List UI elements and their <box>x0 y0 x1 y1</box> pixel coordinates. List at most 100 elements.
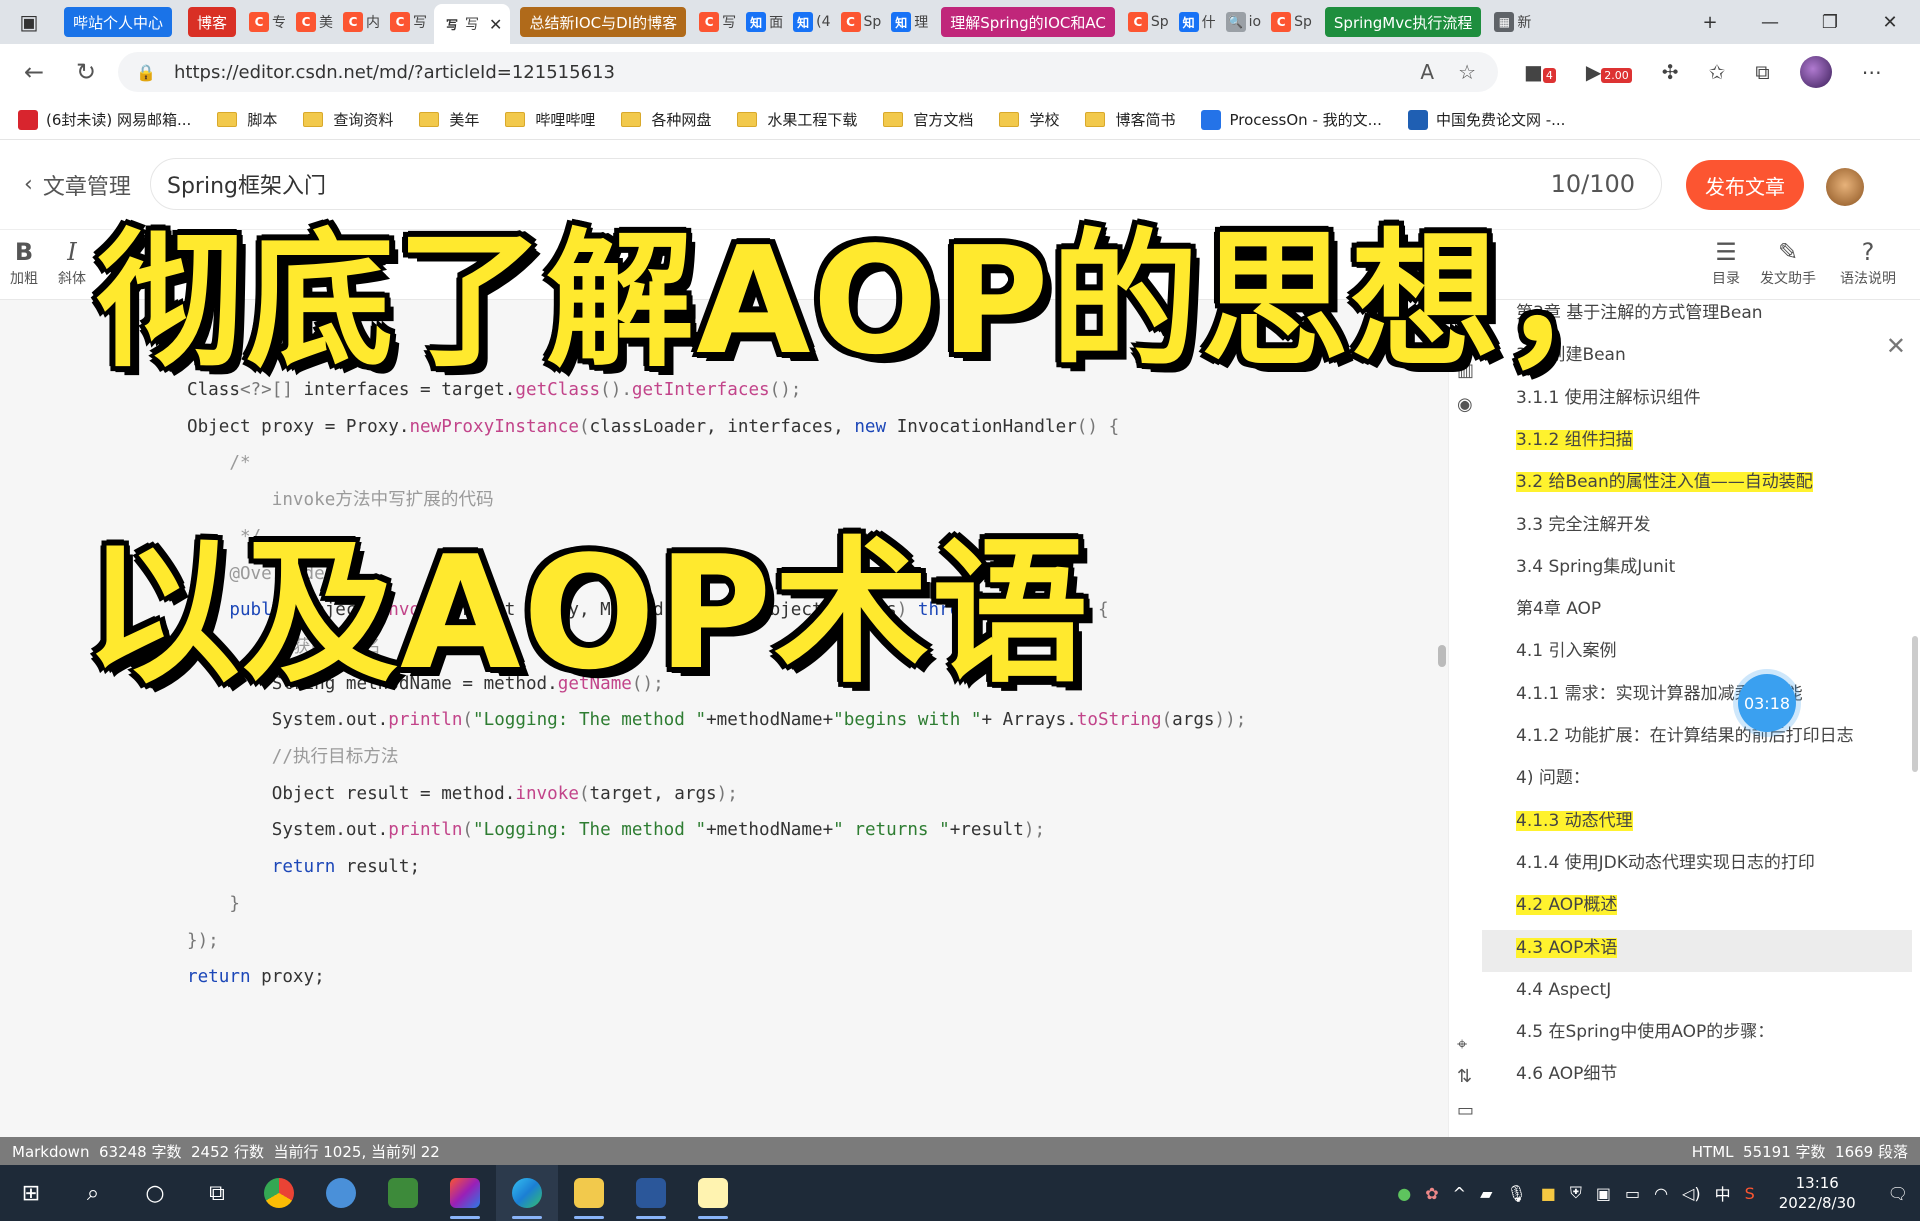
tray-chevron-icon[interactable]: ^ <box>1453 1184 1466 1203</box>
syntax-help-button[interactable]: ? 语法说明 <box>1840 238 1896 288</box>
toc-item[interactable]: 4.5 在Spring中使用AOP的步骤： <box>1516 1019 1774 1045</box>
battery-icon[interactable]: ▭ <box>1625 1184 1640 1203</box>
refresh-icon[interactable]: ↻ <box>64 58 108 86</box>
toc-item[interactable]: 4.6 AOP细节 <box>1516 1061 1617 1087</box>
bookmark-item[interactable]: 脚本 <box>217 109 277 130</box>
tray-icon-3[interactable]: ▰ <box>1480 1184 1492 1203</box>
mic-icon[interactable]: 🎙 <box>1506 1184 1526 1203</box>
toc-item[interactable]: 3.3 完全注解开发 <box>1516 512 1650 538</box>
tray-icon-4[interactable]: ■ <box>1541 1184 1556 1203</box>
tab-9[interactable]: 知面 <box>743 7 786 37</box>
clock[interactable]: 13:16 2022/8/30 <box>1779 1173 1856 1213</box>
wifi-icon[interactable]: ◠ <box>1654 1184 1668 1203</box>
tab-10[interactable]: 知 (4 <box>790 7 833 37</box>
sogou-icon[interactable]: S <box>1745 1184 1755 1203</box>
toc-button[interactable]: ☰ 目录 <box>1712 238 1740 288</box>
editor-scrollbar[interactable] <box>1438 645 1446 667</box>
app-8-icon[interactable] <box>682 1165 744 1221</box>
tab-17[interactable]: C Sp <box>1268 7 1315 37</box>
toc-item[interactable]: 4.1.2 功能扩展：在计算结果的前后打印日志 <box>1516 723 1854 749</box>
bookmark-item[interactable]: 学校 <box>999 109 1059 130</box>
bookmark-item[interactable]: (6封未读) 网易邮箱... <box>18 109 191 130</box>
tab-2[interactable]: C专 <box>246 7 289 37</box>
tray-icon-2[interactable]: ✿ <box>1425 1184 1438 1203</box>
preview-eye-icon[interactable]: ◉ <box>1457 394 1473 415</box>
bookmark-item[interactable]: 各种网盘 <box>621 109 711 130</box>
toc-item[interactable]: 3.1.2 组件扫描 <box>1516 427 1633 453</box>
app-3-icon[interactable] <box>372 1165 434 1221</box>
app-2-icon[interactable] <box>310 1165 372 1221</box>
tab-12[interactable]: 知理 <box>888 7 931 37</box>
tab-group-1[interactable]: 博客 <box>188 7 237 37</box>
tab-group-13[interactable]: 理解Spring的IOC和AC <box>941 7 1115 37</box>
tab-3[interactable]: C美 <box>293 7 336 37</box>
restore-button[interactable]: ❐ <box>1800 0 1860 44</box>
edge-app-icon[interactable] <box>496 1165 558 1221</box>
toc-item[interactable]: 3.4 Spring集成Junit <box>1516 554 1675 580</box>
toc-scrollbar[interactable] <box>1912 636 1918 772</box>
intellij-app-icon[interactable] <box>434 1165 496 1221</box>
new-tab-button[interactable]: + <box>1680 0 1740 44</box>
bookmark-item[interactable]: 官方文档 <box>883 109 973 130</box>
chrome-app-icon[interactable] <box>248 1165 310 1221</box>
tab-11[interactable]: C Sp <box>838 7 885 37</box>
monitor-icon[interactable]: ▭ <box>1457 1100 1474 1121</box>
read-aloud-icon[interactable]: A <box>1420 60 1434 84</box>
tab-19[interactable]: ▦ 新 <box>1491 7 1534 37</box>
ime-indicator[interactable]: 中 <box>1715 1181 1731 1205</box>
close-icon[interactable]: ✕ <box>1886 332 1906 360</box>
tab-group-0[interactable]: 哔站个人中心 <box>64 7 173 37</box>
word-app-icon[interactable] <box>620 1165 682 1221</box>
bookmark-item[interactable]: 哔哩哔哩 <box>505 109 595 130</box>
bookmark-item[interactable]: 水果工程下载 <box>737 109 857 130</box>
italic-button[interactable]: I 斜体 <box>58 238 86 288</box>
file-explorer-icon[interactable] <box>558 1165 620 1221</box>
toc-item[interactable]: 4.1 引入案例 <box>1516 638 1616 664</box>
bookmark-item[interactable]: 查询资料 <box>303 109 393 130</box>
favorites-icon[interactable]: ✩ <box>1709 60 1726 84</box>
bold-button[interactable]: B 加粗 <box>10 238 38 288</box>
bookmark-item[interactable]: 博客简书 <box>1085 109 1175 130</box>
tab-15[interactable]: 知什 <box>1176 7 1219 37</box>
close-tab-icon[interactable]: ✕ <box>489 15 502 34</box>
tab-14[interactable]: C Sp <box>1125 7 1172 37</box>
favorite-star-icon[interactable]: ☆ <box>1458 60 1476 84</box>
tab-5[interactable]: C写 <box>387 7 430 37</box>
search-icon[interactable]: ⌕ <box>62 1165 124 1221</box>
puzzle-icon[interactable]: ✣ <box>1662 60 1679 84</box>
bookmark-item[interactable]: 中国免费论文网 -... <box>1407 109 1565 130</box>
address-bar[interactable]: 🔒 https://editor.csdn.net/md/?articleId=… <box>118 52 1498 92</box>
notification-icon[interactable]: 🗨 <box>1888 1184 1908 1203</box>
close-window-button[interactable]: ✕ <box>1860 0 1920 44</box>
tab-active[interactable]: 写写 ✕ <box>434 4 511 44</box>
task-view-icon[interactable]: ⧉ <box>186 1165 248 1221</box>
markdown-editor[interactable]: Class<?>[] interfaces = target.getClass(… <box>0 300 1448 1137</box>
profile-avatar[interactable] <box>1799 56 1832 88</box>
tab-4[interactable]: C内 <box>340 7 383 37</box>
sync-scroll-icon[interactable]: ⇅ <box>1457 1066 1472 1087</box>
toc-item[interactable]: 4.3 AOP术语 <box>1516 935 1618 961</box>
publish-button[interactable]: 发布文章 <box>1686 160 1804 210</box>
volume-icon[interactable]: ◁) <box>1682 1184 1701 1203</box>
toc-item[interactable]: 4.1.4 使用JDK动态代理实现日志的打印 <box>1516 850 1815 876</box>
tab-group-7[interactable]: 总结新IOC与DI的博客 <box>520 7 687 37</box>
collections-icon[interactable]: ⧉ <box>1755 60 1769 84</box>
toc-item[interactable]: 4.2 AOP概述 <box>1516 892 1618 918</box>
tray-icon-5[interactable]: ▣ <box>1596 1184 1611 1203</box>
toc-item[interactable]: 4) 问题： <box>1516 765 1590 791</box>
bookmark-item[interactable]: 美年 <box>419 109 479 130</box>
minimize-button[interactable]: — <box>1740 0 1800 44</box>
tab-16[interactable]: 🔍 io <box>1223 7 1264 37</box>
toc-item[interactable]: 4.4 AspectJ <box>1516 977 1611 1003</box>
windows-start-icon[interactable]: ⊞ <box>0 1165 62 1221</box>
tab-actions-icon[interactable]: ▣ <box>0 0 58 44</box>
more-menu-icon[interactable]: ⋯ <box>1862 60 1882 84</box>
tray-icon-1[interactable]: ● <box>1397 1184 1411 1203</box>
tab-group-18[interactable]: SpringMvc执行流程 <box>1324 7 1482 37</box>
toc-item[interactable]: 4.1.3 动态代理 <box>1516 808 1633 834</box>
toc-item[interactable]: 第4章 AOP <box>1516 596 1601 622</box>
writing-assistant-button[interactable]: ✎ 发文助手 <box>1760 238 1816 288</box>
timer-badge[interactable]: 03:18 <box>1738 674 1796 732</box>
bookmark-item[interactable]: ProcessOn - 我的文... <box>1201 109 1382 130</box>
extension-2-icon[interactable]: ▶ 2.00 <box>1586 60 1632 84</box>
